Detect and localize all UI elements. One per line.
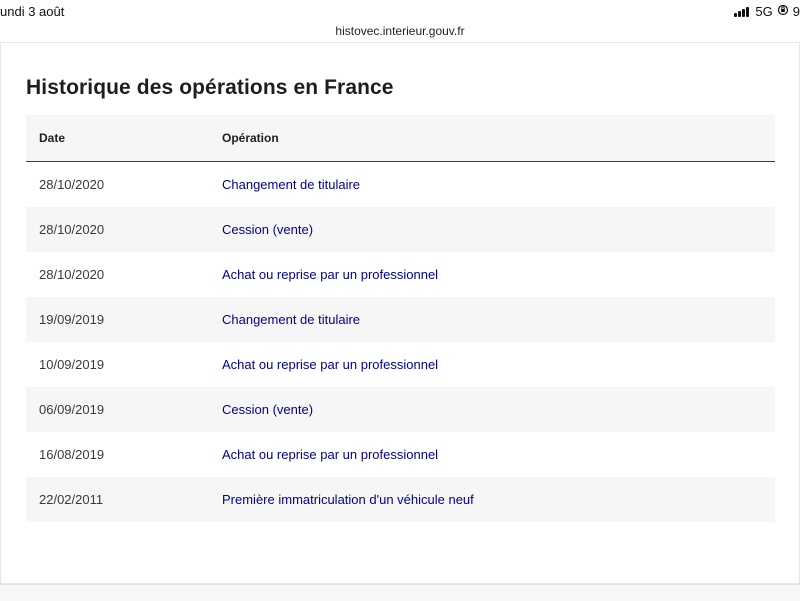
- cellular-signal-icon: [734, 6, 750, 17]
- row-date: 06/09/2019: [26, 387, 222, 432]
- status-date: undi 3 août: [0, 4, 65, 19]
- operation-link[interactable]: Achat ou reprise par un professionnel: [222, 447, 438, 462]
- table-row: 22/02/2011 Première immatriculation d'un…: [26, 477, 775, 522]
- row-date: 28/10/2020: [39, 267, 105, 282]
- operation-link[interactable]: Achat ou reprise par un professionnel: [222, 357, 438, 372]
- operation-link[interactable]: Cession (vente): [222, 402, 313, 417]
- table-row: 06/09/2019 Cession (vente): [26, 387, 775, 432]
- operation-link[interactable]: Cession (vente): [222, 222, 313, 237]
- table-row: 28/10/2020 Changement de titulaire: [26, 162, 775, 208]
- table-row: 28/10/2020 Cession (vente): [26, 207, 775, 252]
- row-date: 22/02/2011: [26, 477, 222, 522]
- status-indicators: 5G 9: [734, 4, 800, 19]
- operation-link[interactable]: Changement de titulaire: [222, 312, 360, 327]
- column-header-date: Date: [26, 115, 222, 162]
- battery-percent: 9: [792, 4, 800, 19]
- operation-link[interactable]: Première immatriculation d'un véhicule n…: [222, 492, 474, 507]
- table-row: 10/09/2019 Achat ou reprise par un profe…: [26, 342, 775, 387]
- status-bar: undi 3 août 5G 9: [0, 0, 800, 22]
- table-row: 16/08/2019 Achat ou reprise par un profe…: [26, 432, 775, 477]
- operation-link[interactable]: Achat ou reprise par un professionnel: [222, 267, 438, 282]
- row-date: 16/08/2019: [39, 447, 105, 462]
- page-content: Historique des opérations en France Date…: [0, 42, 800, 584]
- table-header-row: Date Opération: [26, 115, 775, 162]
- operations-table: Date Opération 28/10/2020 Changement de …: [26, 115, 775, 522]
- browser-bottom-bar: [0, 584, 800, 601]
- column-header-operation: Opération: [222, 115, 775, 162]
- row-date: 19/09/2019: [26, 297, 222, 342]
- network-type: 5G: [755, 4, 773, 19]
- table-row: 19/09/2019 Changement de titulaire: [26, 297, 775, 342]
- operation-link[interactable]: Changement de titulaire: [222, 177, 360, 192]
- page-title: Historique des opérations en France: [26, 76, 394, 99]
- row-date: 28/10/2020: [26, 207, 222, 252]
- row-date: 28/10/2020: [39, 177, 105, 192]
- row-date: 10/09/2019: [39, 357, 105, 372]
- address-bar[interactable]: histovec.interieur.gouv.fr: [0, 22, 800, 42]
- orientation-lock-icon: [777, 4, 789, 19]
- table-row: 28/10/2020 Achat ou reprise par un profe…: [26, 252, 775, 297]
